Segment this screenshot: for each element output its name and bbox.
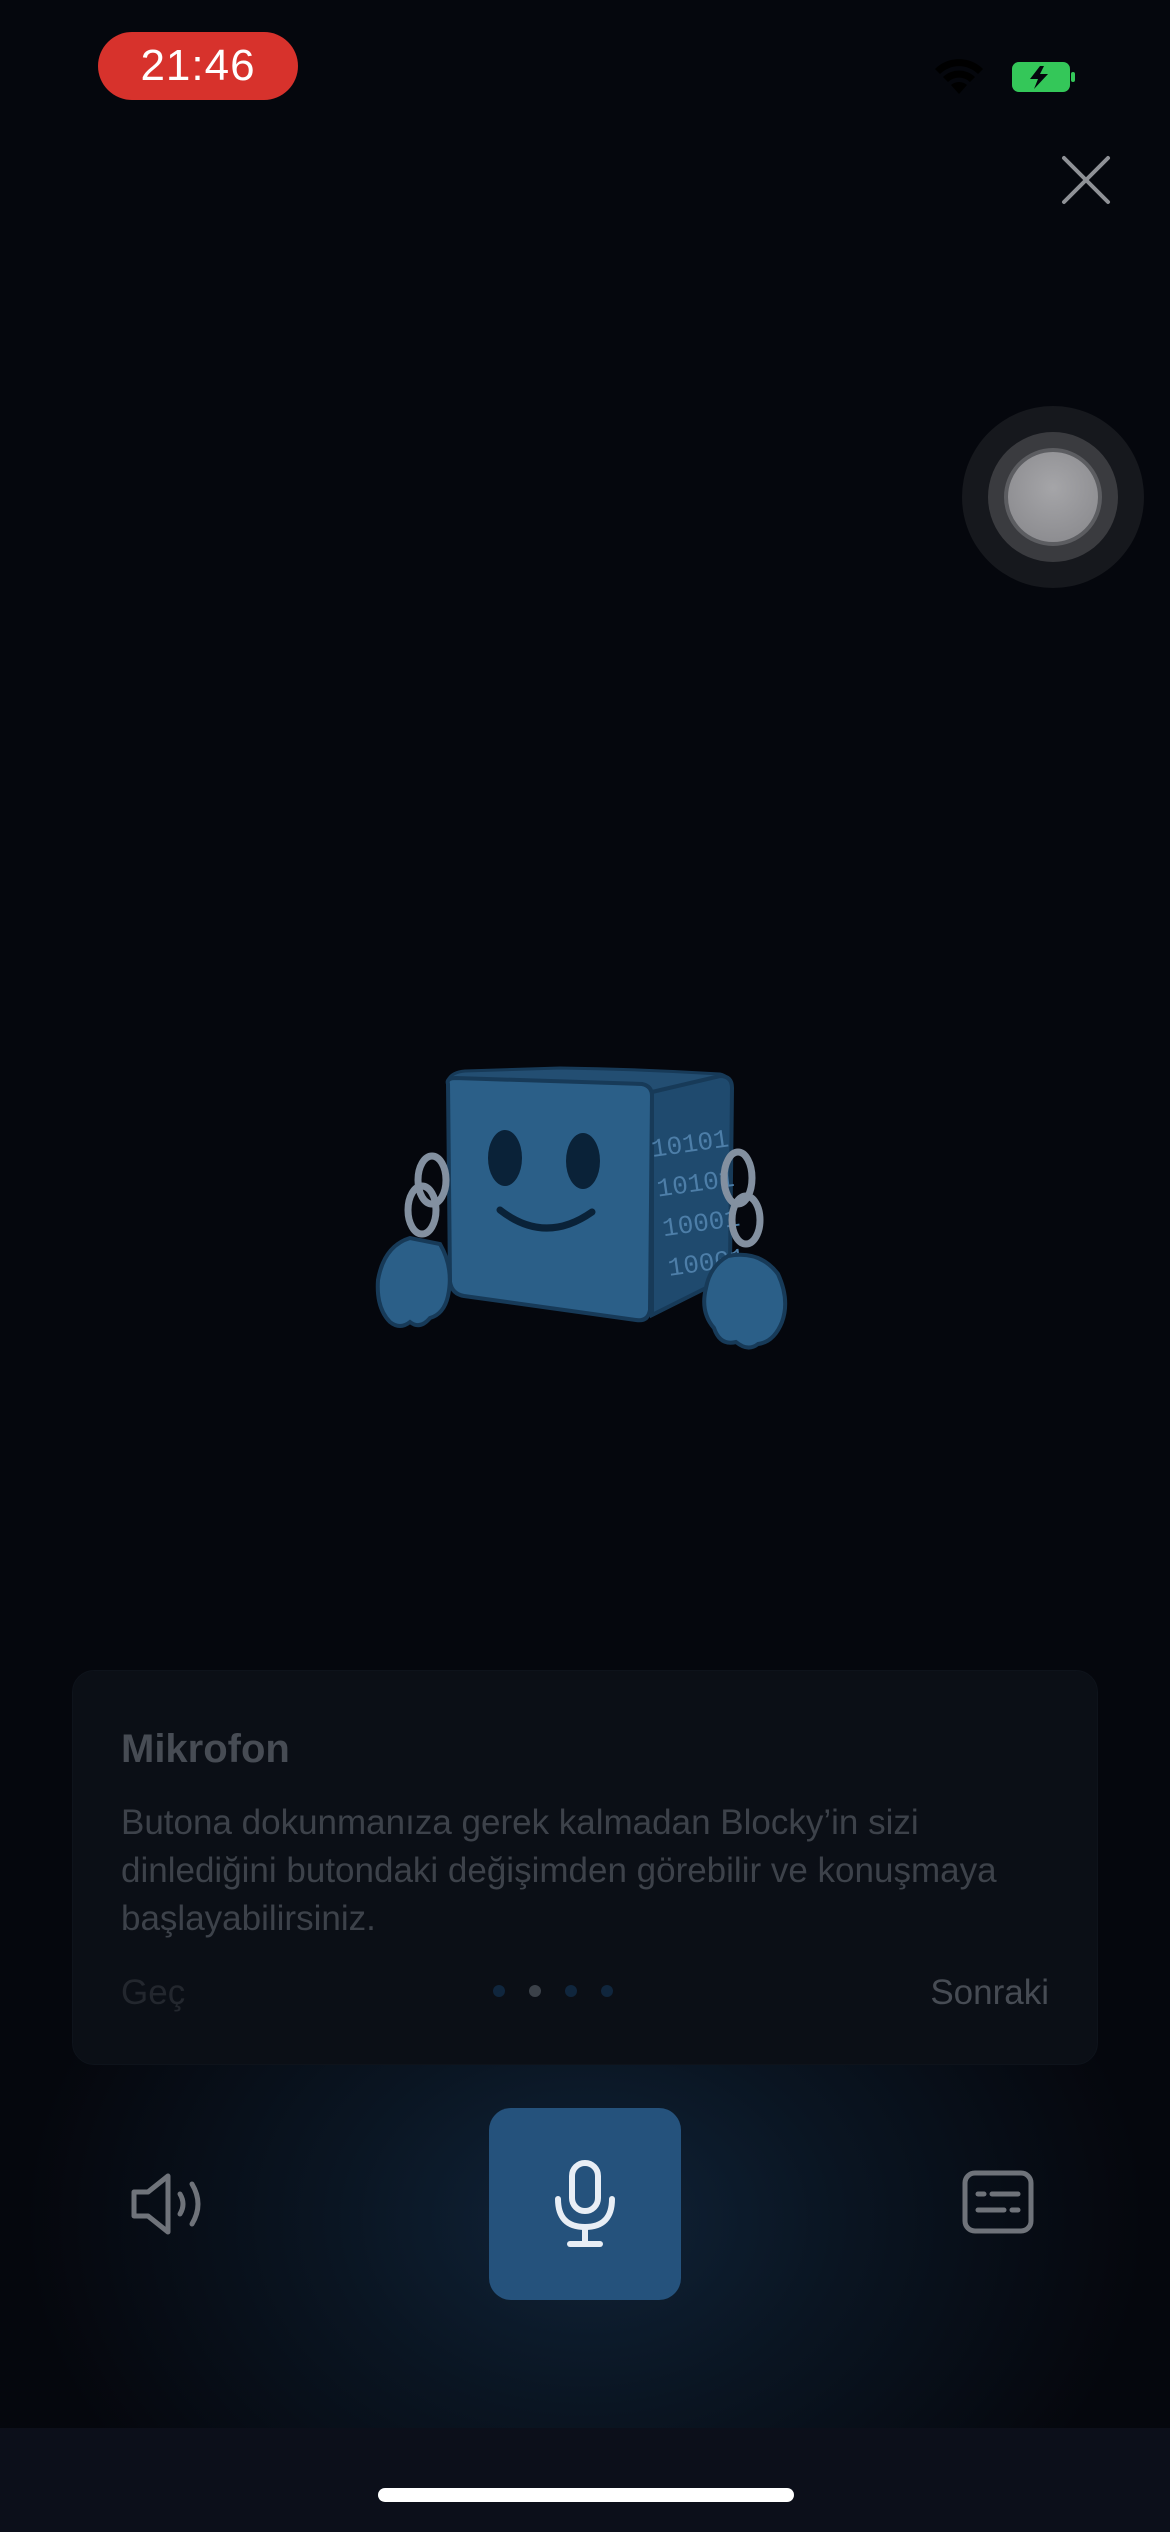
page-dot [565,1985,577,1997]
left-chain [404,1152,450,1238]
keyboard-icon[interactable] [962,2170,1034,2234]
battery-charging-icon [1012,62,1075,92]
tutorial-description: Butona dokunmanıza gerek kalmadan Blocky… [121,1803,997,1938]
page-dot-active [529,1985,541,1997]
blocky-mascot: 10101 10101 10001 10001 [375,1066,788,1350]
next-button[interactable]: Sonraki [930,1973,1049,2013]
home-indicator[interactable] [378,2488,794,2502]
voice-assistant-screen: 21:46 10101 10101 10001 10001 Mikrofon B… [0,0,1170,2532]
microphone-button[interactable] [489,2108,681,2300]
page-dot [601,1985,613,1997]
skip-button[interactable]: Geç [121,1973,185,2013]
page-indicator [493,1985,673,2005]
speaker-icon[interactable] [128,2168,212,2240]
home-bar-area [0,2428,1170,2532]
assistive-touch-knob [1004,448,1102,546]
status-time[interactable]: 21:46 [98,32,298,100]
assistive-touch-icon[interactable] [962,406,1144,588]
microphone-icon [555,2160,615,2247]
assistive-touch-ring [988,432,1118,562]
tutorial-title: Mikrofon [121,1727,290,1771]
tutorial-card: Mikrofon Butona dokunmanıza gerek kalmad… [72,1670,1098,2065]
page-dot [493,1985,505,1997]
close-icon[interactable] [1056,150,1116,210]
wifi-icon [935,59,983,94]
